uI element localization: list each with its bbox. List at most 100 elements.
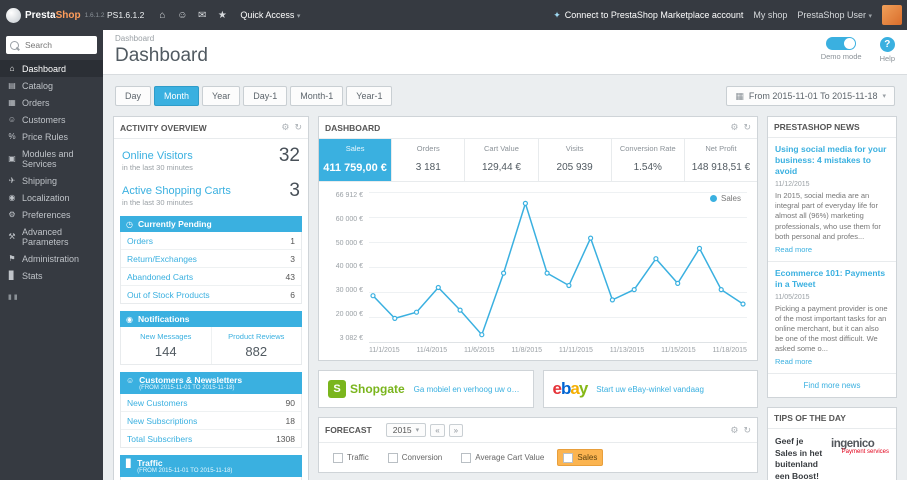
main-area: Dashboard Dashboard Demo mode ? Help Day…: [103, 30, 907, 480]
find-more-news-link[interactable]: Find more news: [768, 374, 896, 397]
shopgate-link[interactable]: Ga mobiel en verhoog uw omzet: [414, 385, 524, 394]
breadcrumb[interactable]: Dashboard: [115, 34, 208, 43]
dashboard-panel-header: DASHBOARD ⚙ ↻: [319, 117, 757, 139]
sidebar-search[interactable]: [6, 36, 97, 54]
product-reviews-cell[interactable]: Product Reviews 882: [212, 327, 302, 364]
customers-icon[interactable]: ☺: [172, 10, 192, 21]
sidebar-item-price-rules[interactable]: % Price Rules: [0, 128, 103, 145]
read-more-link[interactable]: Read more: [775, 357, 812, 366]
kpi-visits[interactable]: Visits 205 939: [539, 139, 612, 181]
customers-icon: ☺: [7, 115, 17, 124]
period-day-1-button[interactable]: Day-1: [243, 86, 288, 106]
kpi-cart-value[interactable]: Cart Value 129,44 €: [465, 139, 539, 181]
dashboard-panel: DASHBOARD ⚙ ↻ Sales 411 759,00 € Orders 3 1…: [318, 116, 758, 361]
favorites-icon[interactable]: ★: [212, 10, 232, 21]
sidebar-item-catalog[interactable]: ▤ Catalog: [0, 77, 103, 94]
forecast-panel: FORECAST 2015 ▾ « » ⚙ ↻ Traffic Conversion…: [318, 417, 758, 473]
sidebar-item-label: Administration: [22, 253, 80, 264]
sidebar-item-preferences[interactable]: ⚙ Preferences: [0, 206, 103, 223]
settings-icon[interactable]: ⚙: [281, 122, 289, 133]
online-visitors-link[interactable]: Online Visitors: [122, 150, 193, 162]
kpi-orders[interactable]: Orders 3 181: [392, 139, 466, 181]
forecast-legend-average-cart-value[interactable]: Average Cart Value: [455, 449, 550, 466]
refresh-icon[interactable]: ↻: [743, 122, 751, 133]
sidebar-item-shipping[interactable]: ✈ Shipping: [0, 172, 103, 189]
help-button[interactable]: ?: [879, 37, 895, 52]
avatar[interactable]: [882, 5, 902, 25]
sidebar-item-orders[interactable]: ▦ Orders: [0, 94, 103, 111]
prestashop-logo[interactable]: PrestaShop 1.6.1.2: [0, 0, 104, 30]
online-visitors-stat: Online Visitors 32 in the last 30 minutes: [122, 145, 300, 172]
price-rules-icon: %: [8, 132, 16, 141]
new-subscriptions-link[interactable]: New Subscriptions: [127, 416, 197, 426]
sidebar-item-customers[interactable]: ☺ Customers: [0, 111, 103, 128]
news-article: Using social media for your business: 4 …: [768, 138, 896, 262]
currently-pending-header: ◷ Currently Pending: [120, 216, 302, 232]
table-row: Total Subscribers 1308: [127, 433, 295, 444]
out-of-stock-link[interactable]: Out of Stock Products: [127, 290, 210, 300]
sidebar-item-label: Shipping: [22, 175, 58, 186]
forecast-legend: Traffic Conversion Average Cart Value Sa…: [319, 443, 757, 472]
forecast-prev-button[interactable]: «: [430, 423, 445, 437]
sidebar-item-localization[interactable]: ◉ Localization: [0, 189, 103, 206]
kpi-conversion-rate[interactable]: Conversion Rate 1.54%: [612, 139, 685, 181]
refresh-icon[interactable]: ↻: [743, 425, 751, 436]
new-messages-cell[interactable]: New Messages 144: [121, 327, 212, 364]
refresh-icon[interactable]: ↻: [294, 122, 302, 133]
settings-icon[interactable]: ⚙: [730, 425, 738, 436]
period-year-1-button[interactable]: Year-1: [346, 86, 393, 106]
table-row: New Subscriptions 18: [121, 412, 301, 430]
ps-version-label: PS1.6.1.2: [107, 10, 145, 20]
table-row: New Customers 90: [121, 394, 301, 412]
kpi-sales[interactable]: Sales 411 759,00 €: [319, 139, 393, 181]
period-day-button[interactable]: Day: [115, 86, 152, 106]
total-subscribers-link[interactable]: Total Subscribers: [127, 434, 192, 444]
sidebar-item-modules[interactable]: ▣ Modules and Services: [0, 145, 103, 172]
sales-chart-plot: [369, 192, 747, 343]
content: Day Month Year Day-1 Month-1 Year-1 ▦ Fr…: [103, 75, 907, 480]
search-input[interactable]: [23, 39, 93, 51]
forecast-legend-conversion[interactable]: Conversion: [382, 449, 448, 466]
demo-mode-toggle[interactable]: [826, 37, 857, 50]
shop-icon[interactable]: ⌂: [152, 10, 172, 21]
active-carts-stat: Active Shopping Carts 3 in the last 30 mi…: [122, 180, 300, 207]
stats-icon: ▊: [8, 271, 16, 280]
quick-access-menu[interactable]: Quick Access ▾: [240, 10, 300, 20]
active-carts-link[interactable]: Active Shopping Carts: [122, 185, 231, 197]
kpi-net-profit[interactable]: Net Profit 148 918,51 €: [685, 139, 757, 181]
checkbox-icon: [387, 452, 398, 463]
pending-returns-link[interactable]: Return/Exchanges: [127, 254, 197, 264]
sidebar-item-label: Advanced Parameters: [22, 226, 69, 247]
checkbox-icon: [333, 452, 343, 463]
news-panel-header: PRESTASHOP NEWS: [768, 117, 896, 138]
forecast-year-select[interactable]: 2015 ▾: [385, 423, 427, 437]
table-row: Out of Stock Products 6: [127, 289, 295, 300]
forecast-legend-sales[interactable]: Sales: [557, 449, 604, 466]
period-year-button[interactable]: Year: [202, 86, 241, 106]
topbar-right: ✦ Connect to PrestaShop Marketplace accou…: [553, 5, 907, 25]
period-month-1-button[interactable]: Month-1: [290, 86, 344, 106]
sidebar-item-advanced-parameters[interactable]: ⚒ Advanced Parameters: [0, 223, 103, 250]
sidebar-collapse-button[interactable]: ▮▮: [0, 284, 103, 310]
forecast-next-button[interactable]: »: [448, 423, 464, 437]
news-article-title[interactable]: Ecommerce 101: Payments in a Tweet: [775, 268, 889, 290]
settings-icon[interactable]: ⚙: [730, 122, 738, 133]
forecast-legend-traffic[interactable]: Traffic: [327, 449, 375, 466]
sidebar-item-label: Localization: [22, 192, 70, 203]
period-month-button[interactable]: Month: [154, 86, 200, 106]
date-range-picker[interactable]: ▦ From 2015-11-01 To 2015-11-18 ▾: [726, 86, 895, 106]
my-shop-link[interactable]: My shop: [753, 10, 787, 20]
abandoned-carts-link[interactable]: Abandoned Carts: [127, 272, 193, 282]
sidebar-item-administration[interactable]: ⚑ Administration: [0, 250, 103, 267]
ebay-link[interactable]: Start uw eBay-winkel vandaag: [596, 385, 704, 394]
news-article-title[interactable]: Using social media for your business: 4 …: [775, 144, 889, 177]
read-more-link[interactable]: Read more: [775, 245, 812, 254]
help-label: Help: [879, 54, 895, 63]
pending-orders-link[interactable]: Orders: [127, 236, 153, 246]
sidebar-item-dashboard[interactable]: ⌂ Dashboard: [0, 60, 103, 77]
marketplace-connect-link[interactable]: ✦ Connect to PrestaShop Marketplace accou…: [553, 10, 743, 21]
messages-icon[interactable]: ✉: [192, 10, 212, 21]
sidebar-item-stats[interactable]: ▊ Stats: [0, 267, 103, 284]
new-customers-link[interactable]: New Customers: [127, 398, 187, 408]
user-menu[interactable]: PrestaShop User ▾: [797, 10, 872, 20]
